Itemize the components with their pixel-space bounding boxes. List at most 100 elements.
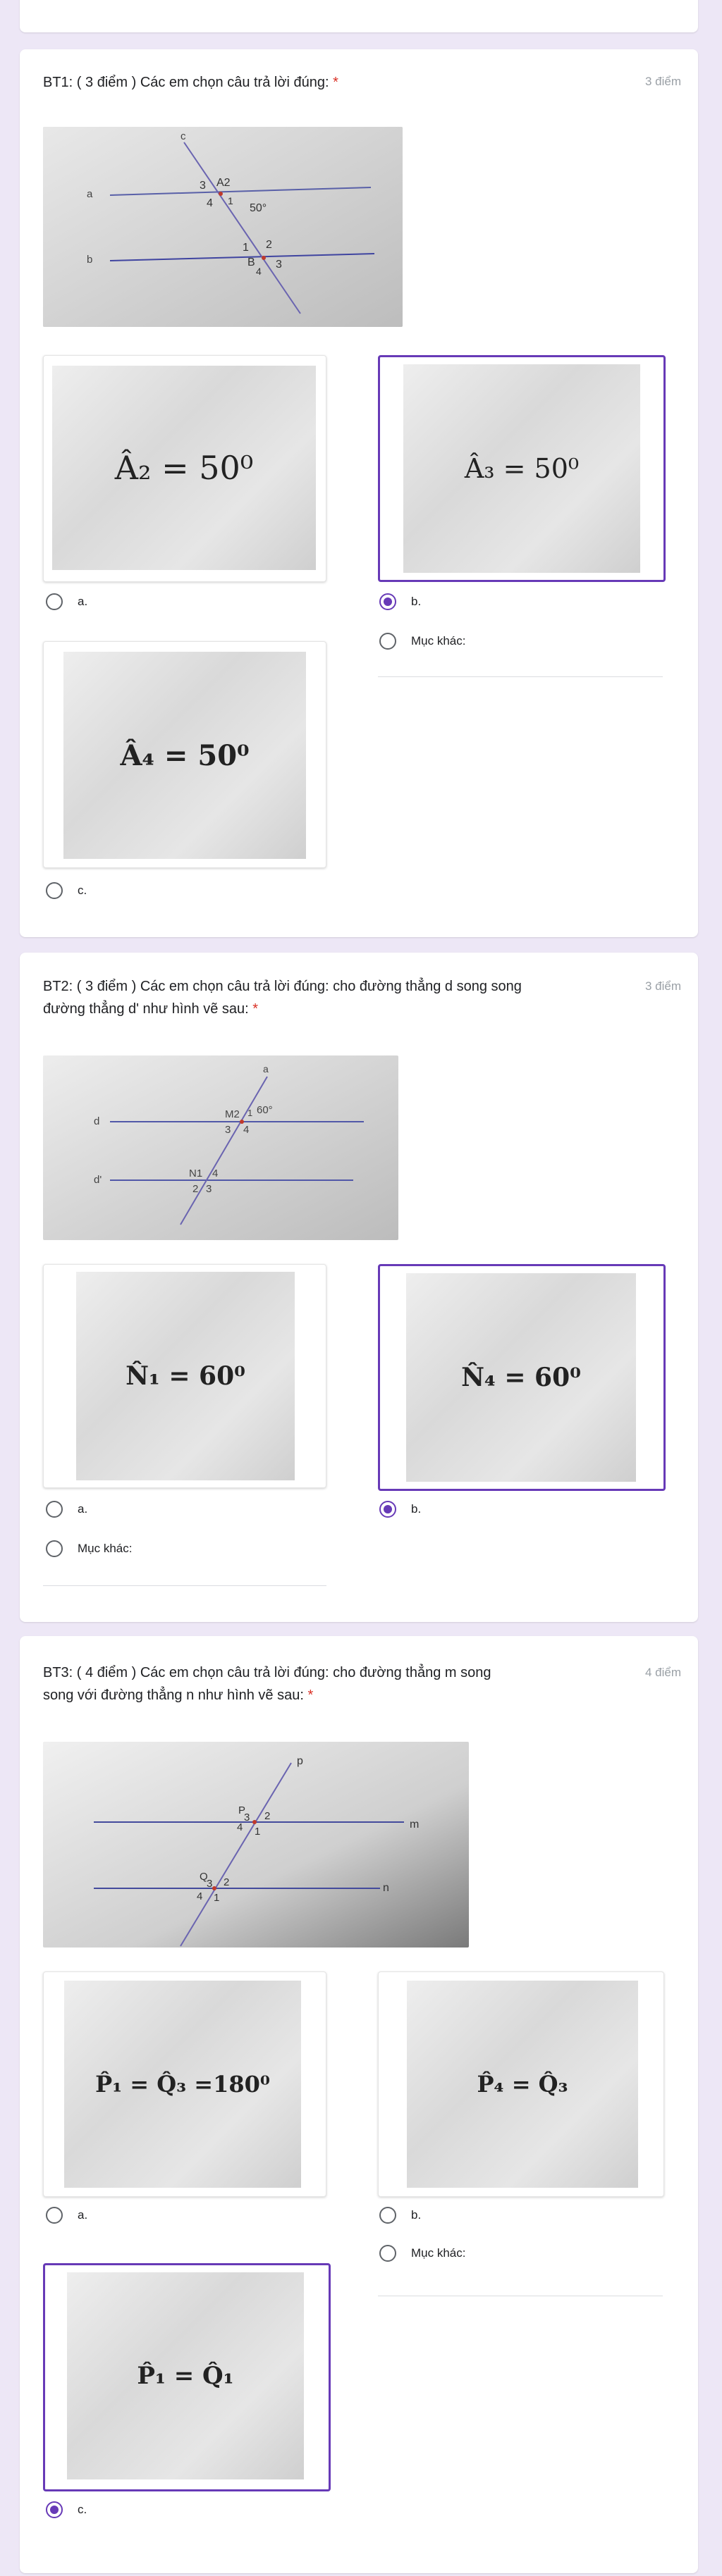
option-c-label: c. bbox=[78, 2503, 87, 2516]
option-b-radio[interactable] bbox=[379, 2207, 396, 2224]
option-image: Â₃ = 50⁰ bbox=[403, 364, 640, 573]
option-a-image-box[interactable]: P̂₁ = Q̂₃ =180⁰ bbox=[43, 1971, 326, 2197]
question-title: BT1: ( 3 điểm ) Các em chọn câu trả lời … bbox=[43, 75, 338, 90]
diagram-label: 4 bbox=[243, 1124, 249, 1136]
option-a-radio[interactable] bbox=[46, 2207, 63, 2224]
option-formula: N̂₁ = 60⁰ bbox=[126, 1361, 245, 1391]
diagram-label: 1 bbox=[214, 1892, 219, 1904]
option-c-image-box[interactable]: Â₄ = 50⁰ bbox=[43, 641, 326, 868]
diagram-label: 1 bbox=[247, 1108, 252, 1118]
diagram-label: m bbox=[410, 1819, 419, 1831]
diagram-label: 3 bbox=[206, 1183, 212, 1195]
other-option-label: Mục khác: bbox=[411, 634, 466, 648]
question-card-bt2: BT2: ( 3 điểm ) Các em chọn câu trả lời … bbox=[20, 953, 698, 1622]
diagram-label: a bbox=[87, 188, 93, 200]
option-a-image-box[interactable]: Â₂ = 50⁰ bbox=[43, 355, 326, 582]
diagram-label: 1 bbox=[228, 195, 233, 206]
question-points: 3 điểm bbox=[644, 75, 681, 88]
option-b-radio[interactable] bbox=[379, 1501, 396, 1518]
option-formula: P̂₄ = Q̂₃ bbox=[477, 2071, 568, 2098]
option-b-image-box[interactable]: P̂₄ = Q̂₃ bbox=[378, 1971, 664, 2197]
option-b-label: b. bbox=[411, 595, 422, 608]
diagram-label: 50° bbox=[250, 202, 267, 214]
diagram-label: a bbox=[263, 1063, 269, 1075]
diagram-label: A2 bbox=[216, 177, 231, 189]
question-title-line: BT3: ( 4 điểm ) Các em chọn câu trả lời … bbox=[43, 1665, 491, 1680]
option-b-radio[interactable] bbox=[379, 593, 396, 610]
option-b-label: b. bbox=[411, 1502, 422, 1516]
option-image: N̂₄ = 60⁰ bbox=[406, 1273, 636, 1482]
option-image: P̂₁ = Q̂₁ bbox=[67, 2272, 304, 2479]
diagram-label: d bbox=[94, 1115, 99, 1127]
diagram-label: 3 bbox=[276, 259, 282, 271]
diagram-label: 4 bbox=[197, 1890, 202, 1902]
option-a-image-box[interactable]: N̂₁ = 60⁰ bbox=[43, 1264, 326, 1488]
option-a-label: a. bbox=[78, 595, 88, 608]
diagram-label: 4 bbox=[212, 1168, 218, 1179]
other-option-input[interactable] bbox=[43, 1585, 326, 1586]
option-a-radio[interactable] bbox=[46, 1501, 63, 1518]
option-a-label: a. bbox=[78, 2208, 88, 2222]
option-b-image-box[interactable]: N̂₄ = 60⁰ bbox=[378, 1264, 666, 1491]
option-image: Â₂ = 50⁰ bbox=[52, 366, 316, 570]
option-formula: N̂₄ = 60⁰ bbox=[461, 1363, 581, 1392]
option-a-label: a. bbox=[78, 1502, 88, 1516]
other-option-label: Mục khác: bbox=[78, 1542, 133, 1555]
diagram-label: d' bbox=[94, 1174, 102, 1186]
option-formula: Â₃ = 50⁰ bbox=[464, 453, 580, 484]
option-image: N̂₁ = 60⁰ bbox=[76, 1272, 295, 1480]
diagram-label: b bbox=[87, 254, 92, 266]
previous-question-card bbox=[20, 0, 698, 32]
question-card-bt3: BT3: ( 4 điểm ) Các em chọn câu trả lời … bbox=[20, 1636, 698, 2573]
question-diagram-image: a d d' M2 1 60° 3 4 N1 4 2 3 bbox=[43, 1055, 398, 1240]
diagram-label: 4 bbox=[207, 197, 213, 209]
option-formula: P̂₁ = Q̂₁ bbox=[137, 2362, 234, 2390]
question-title-line: đường thẳng d' như hình vẽ sau: bbox=[43, 1001, 249, 1017]
diagram-label: 60° bbox=[257, 1104, 273, 1116]
other-option-radio[interactable] bbox=[379, 2245, 396, 2262]
diagram-label: 2 bbox=[192, 1183, 198, 1195]
question-diagram-image: p m n P 3 2 4 1 Q 3 2 4 1 bbox=[43, 1742, 469, 1948]
option-a-radio[interactable] bbox=[46, 593, 63, 610]
question-diagram-image: c a b 3 A2 4 1 50° 1 2 B 4 3 bbox=[43, 127, 403, 327]
diagram-label: 3 bbox=[200, 180, 206, 192]
diagram-label: 3 bbox=[225, 1124, 231, 1136]
question-title-line: BT2: ( 3 điểm ) Các em chọn câu trả lời … bbox=[43, 979, 522, 994]
diagram-label: N1 bbox=[189, 1168, 202, 1179]
diagram-label: 3 bbox=[207, 1878, 212, 1890]
question-points: 4 điểm bbox=[644, 1666, 681, 1679]
diagram-label: 1 bbox=[255, 1826, 260, 1838]
question-title-line: song với đường thẳng n như hình vẽ sau: bbox=[43, 1688, 304, 1703]
option-image: P̂₁ = Q̂₃ =180⁰ bbox=[64, 1981, 301, 2188]
option-c-image-box[interactable]: P̂₁ = Q̂₁ bbox=[43, 2263, 331, 2491]
option-formula: Â₂ = 50⁰ bbox=[114, 449, 254, 487]
diagram-label: c bbox=[180, 130, 186, 142]
required-mark: * bbox=[307, 1688, 314, 1703]
other-option-radio[interactable] bbox=[379, 633, 396, 650]
diagram-label: M2 bbox=[225, 1108, 240, 1120]
diagram-label: 2 bbox=[264, 1810, 270, 1822]
question-points: 3 điểm bbox=[644, 979, 681, 993]
other-option-input[interactable] bbox=[378, 676, 663, 677]
diagram-label: 2 bbox=[266, 239, 272, 251]
question-title: BT3: ( 4 điểm ) Các em chọn câu trả lời … bbox=[43, 1661, 491, 1707]
other-option-label: Mục khác: bbox=[411, 2246, 466, 2260]
question-title: BT2: ( 3 điểm ) Các em chọn câu trả lời … bbox=[43, 975, 522, 1020]
option-image: Â₄ = 50⁰ bbox=[63, 652, 306, 859]
diagram-label: 1 bbox=[243, 242, 249, 254]
diagram-label: B bbox=[247, 256, 255, 268]
option-image: P̂₄ = Q̂₃ bbox=[407, 1981, 638, 2188]
diagram-label: p bbox=[297, 1755, 303, 1767]
other-option-radio[interactable] bbox=[46, 1540, 63, 1557]
diagram-label: 2 bbox=[224, 1876, 229, 1888]
option-formula: Â₄ = 50⁰ bbox=[120, 738, 250, 772]
option-c-label: c. bbox=[78, 884, 87, 897]
required-mark: * bbox=[252, 1001, 259, 1017]
diagram-label: 3 bbox=[244, 1812, 250, 1823]
option-c-radio[interactable] bbox=[46, 882, 63, 899]
option-b-label: b. bbox=[411, 2208, 422, 2222]
option-c-radio[interactable] bbox=[46, 2501, 63, 2518]
diagram-label: 4 bbox=[237, 1821, 243, 1833]
question-card-bt1: BT1: ( 3 điểm ) Các em chọn câu trả lời … bbox=[20, 49, 698, 937]
option-b-image-box[interactable]: Â₃ = 50⁰ bbox=[378, 355, 666, 582]
